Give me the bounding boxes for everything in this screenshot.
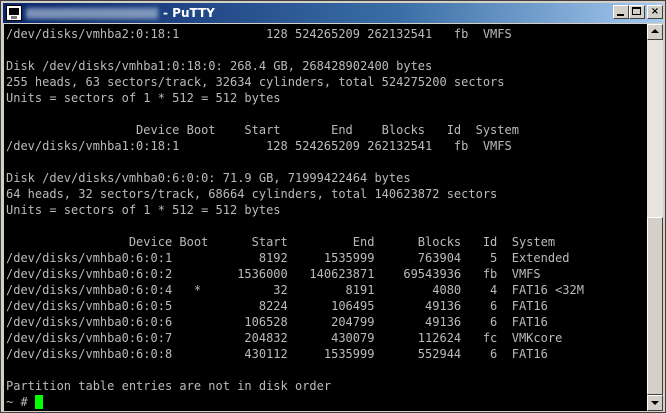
minimize-button[interactable] — [613, 5, 629, 19]
terminal-line: Device Boot Start End Blocks Id System — [6, 235, 556, 249]
terminal-line: /dev/disks/vmhba0:6:0:7 204832 430079 11… — [6, 331, 563, 345]
terminal-line: /dev/disks/vmhba2:0:18:1 128 524265209 2… — [6, 27, 512, 41]
terminal-line: Units = sectors of 1 * 512 = 512 bytes — [6, 91, 281, 105]
putty-terminal-icon[interactable] — [6, 5, 22, 21]
terminal-output[interactable]: /dev/disks/vmhba2:0:18:1 128 524265209 2… — [4, 24, 647, 411]
terminal-line: /dev/disks/vmhba0:6:0:1 8192 1535999 763… — [6, 251, 570, 265]
terminal-line: 255 heads, 63 sectors/track, 32634 cylin… — [6, 75, 505, 89]
putty-window: - PuTTY × /dev/disks/vmhba2:0:18:1 128 5… — [0, 0, 666, 413]
redacted-hostname — [26, 8, 158, 19]
text-cursor — [34, 395, 43, 409]
terminal-line: Disk /dev/disks/vmhba1:0:18:0: 268.4 GB,… — [6, 59, 433, 73]
maximize-button[interactable] — [629, 5, 645, 19]
terminal-line: Disk /dev/disks/vmhba0:6:0:0: 71.9 GB, 7… — [6, 171, 411, 185]
window-title: - PuTTY — [163, 6, 215, 20]
terminal-line: /dev/disks/vmhba0:6:0:6 106528 204799 49… — [6, 315, 548, 329]
minimize-icon — [617, 14, 624, 16]
terminal-line: /dev/disks/vmhba1:0:18:1 128 524265209 2… — [6, 139, 512, 153]
terminal-line: /dev/disks/vmhba0:6:0:4 * 32 8191 4080 4… — [6, 283, 584, 297]
close-button[interactable]: × — [647, 5, 663, 19]
shell-prompt: ~ # — [6, 395, 35, 409]
terminal-line: Partition table entries are not in disk … — [6, 379, 332, 393]
terminal-line: /dev/disks/vmhba0:6:0:2 1536000 14062387… — [6, 267, 541, 281]
scroll-down-button[interactable] — [647, 395, 663, 411]
scrollbar-thumb[interactable] — [647, 217, 663, 395]
scroll-up-button[interactable] — [647, 24, 663, 40]
terminal-prompt-line[interactable]: ~ # — [6, 394, 43, 410]
close-icon: × — [650, 6, 660, 17]
vertical-scrollbar[interactable] — [647, 24, 663, 411]
title-bar[interactable]: - PuTTY × — [3, 3, 663, 23]
terminal-line: Device Boot Start End Blocks Id System — [6, 123, 519, 137]
terminal-line: 64 heads, 32 sectors/track, 68664 cylind… — [6, 187, 498, 201]
maximize-icon — [632, 7, 641, 15]
terminal-line: Units = sectors of 1 * 512 = 512 bytes — [6, 203, 281, 217]
terminal-line: /dev/disks/vmhba0:6:0:8 430112 1535999 5… — [6, 347, 548, 361]
terminal-line: /dev/disks/vmhba0:6:0:5 8224 106495 4913… — [6, 299, 548, 313]
